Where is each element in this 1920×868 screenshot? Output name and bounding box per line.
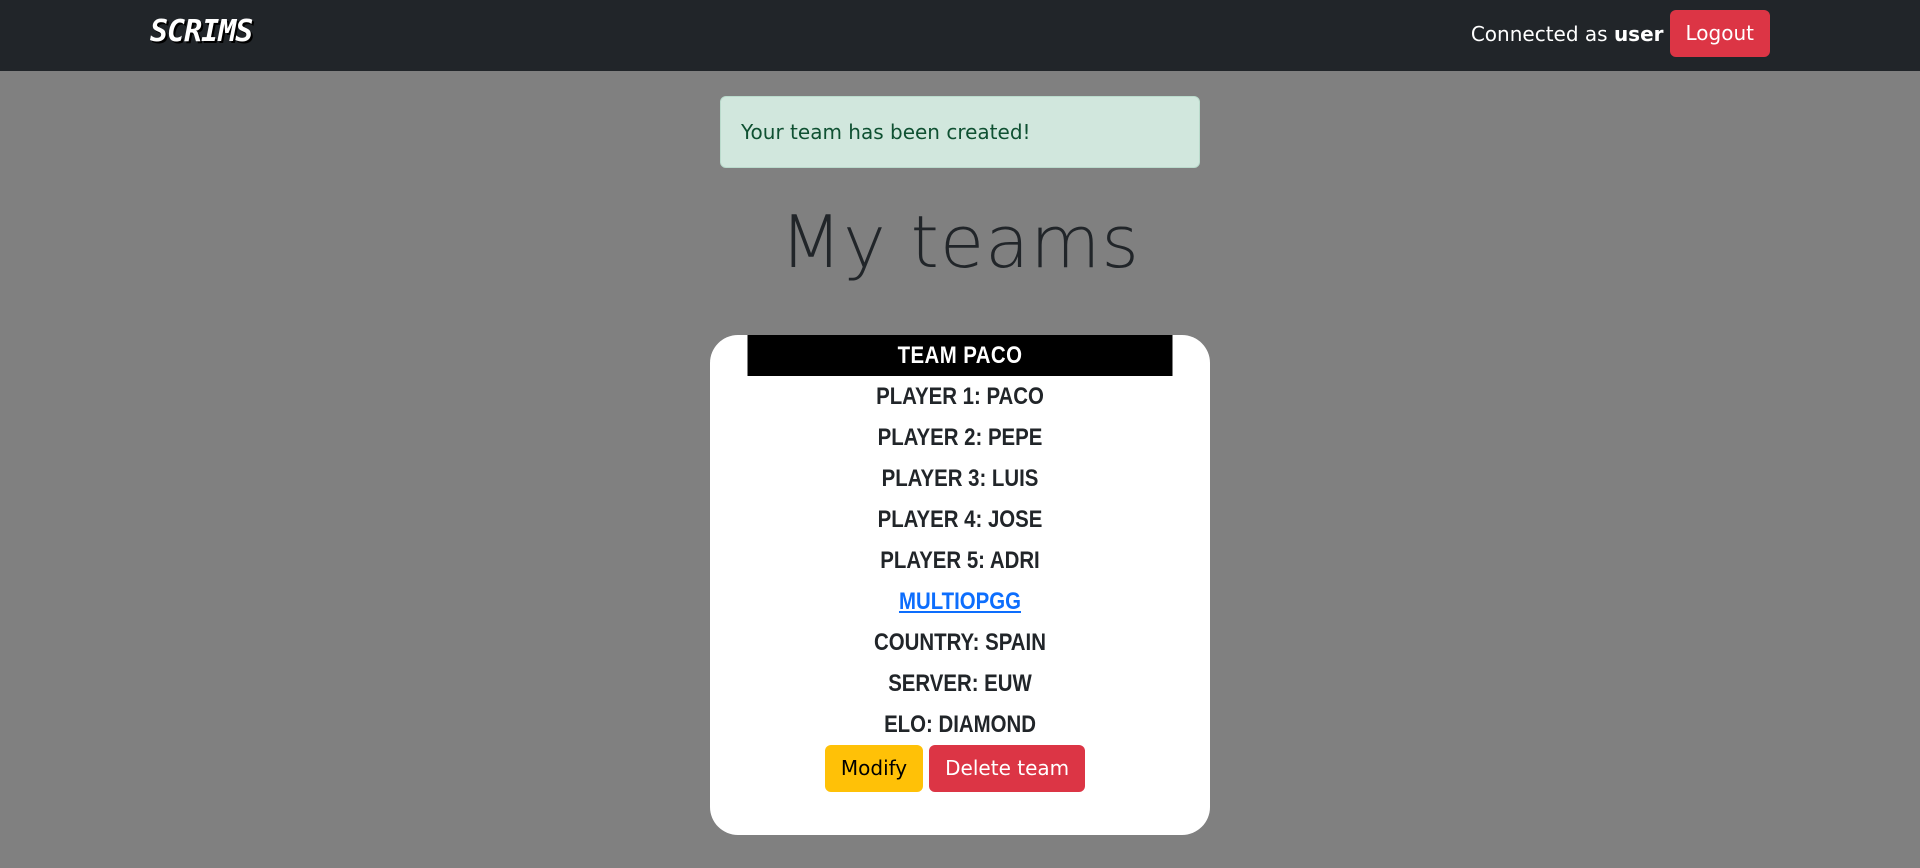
connected-prefix: Connected as [1470,21,1614,46]
connected-status: Connected as user [1471,22,1664,46]
player-2: Player 2: Pepe [877,424,1043,451]
team-country: Country: Spain [874,629,1046,656]
username: user [1613,21,1664,46]
team-card: Team Paco Player 1: Paco Player 2: Pepe … [710,335,1210,835]
top-navbar: SCRIMS Connected as user Logout [0,0,1920,71]
logout-button[interactable]: Logout [1669,10,1770,57]
delete-team-button[interactable]: Delete team [929,745,1086,792]
alert-message: Your team has been created! [741,120,1031,144]
player-1: Player 1: Paco [876,383,1044,410]
player-5: Player 5: Adri [880,547,1040,574]
team-elo: Elo: Diamond [884,711,1036,738]
team-name: Team Paco [747,335,1173,376]
player-3: Player 3: Luis [881,465,1039,492]
modify-button[interactable]: Modify [824,745,924,792]
team-actions: Modify Delete team [710,745,1210,792]
page-title: My teams [780,200,1140,284]
team-server: Server: EUW [888,670,1032,697]
success-alert: Your team has been created! [720,96,1200,168]
multiopgg-link[interactable]: MultiOPGG [899,588,1021,615]
user-nav: Connected as user Logout [1471,10,1770,57]
brand-logo[interactable]: SCRIMS [150,14,253,49]
player-4: Player 4: Jose [877,506,1043,533]
multiopgg-row: MultiOPGG [748,581,1173,622]
